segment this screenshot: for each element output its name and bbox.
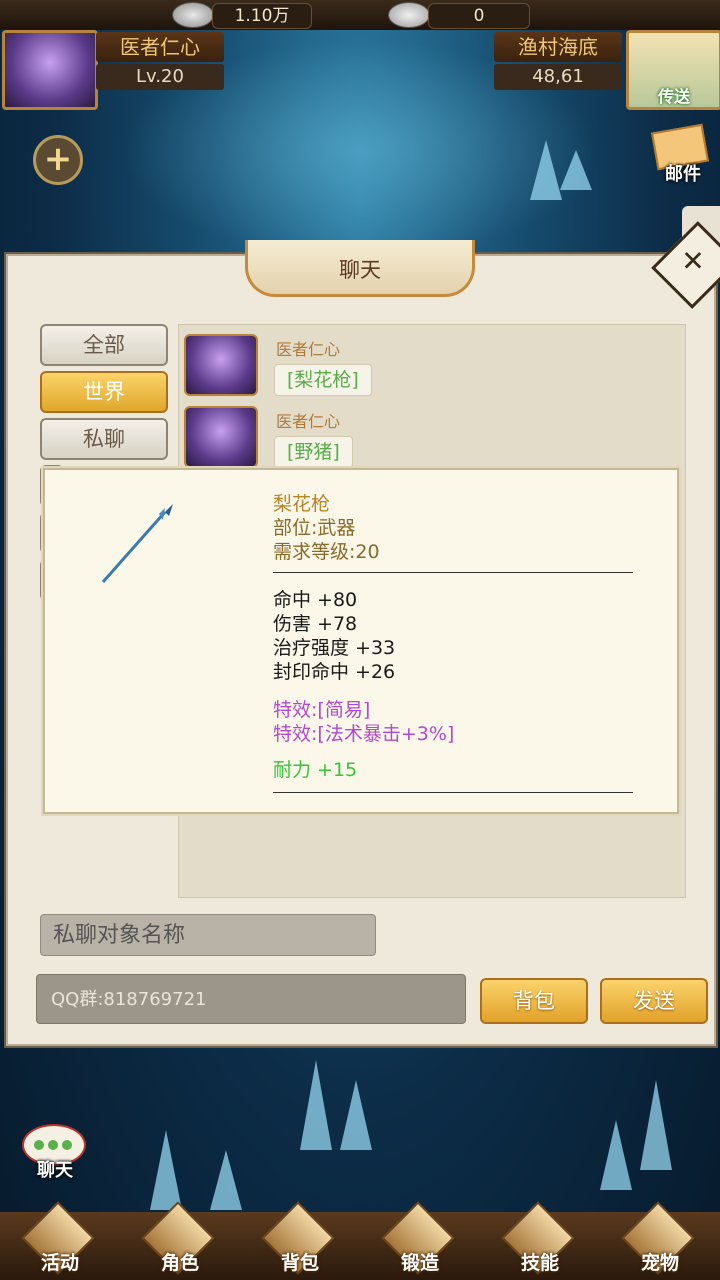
item-stat: 伤害 +78: [273, 613, 358, 635]
nav-label: 背包: [280, 1252, 319, 1274]
message-avatar[interactable]: [184, 406, 258, 468]
nav-activity[interactable]: 活动: [8, 1201, 112, 1278]
message-item-link[interactable]: [梨花枪]: [274, 364, 372, 396]
nav-bag[interactable]: 背包: [248, 1201, 352, 1278]
wrench-icon: ✕: [681, 244, 705, 278]
message-item-link[interactable]: [野猪]: [274, 436, 353, 468]
nav-character[interactable]: 角色: [128, 1201, 232, 1278]
currency-bar: [0, 0, 720, 30]
channel-tab-all[interactable]: 全部: [40, 324, 168, 366]
item-stat: 命中 +80: [273, 589, 358, 611]
teleport-button[interactable]: 传送: [626, 30, 720, 110]
item-effect: 特效:[法术暴击+3%]: [273, 723, 455, 745]
private-target-input[interactable]: 私聊对象名称: [40, 914, 376, 956]
gold-amount: 0: [428, 3, 530, 29]
chat-message-input[interactable]: QQ群:818769721: [36, 974, 466, 1024]
item-slot: 部位:武器: [273, 517, 356, 539]
item-stat: 治疗强度 +33: [273, 637, 396, 659]
item-effect: 特效:[简易]: [273, 699, 371, 721]
channel-tab-private[interactable]: 私聊: [40, 418, 168, 460]
player-level: Lv.20: [96, 64, 224, 90]
silver-ingot-icon: [172, 2, 214, 28]
nav-label: 技能: [520, 1252, 559, 1274]
map-name: 渔村海底: [494, 32, 622, 62]
message-sender[interactable]: 医者仁心: [276, 408, 340, 432]
item-stat: 封印命中 +26: [273, 661, 396, 683]
nav-label: 角色: [160, 1252, 199, 1274]
spear-icon: [101, 504, 173, 583]
nav-label: 锻造: [400, 1252, 439, 1274]
plus-icon[interactable]: +: [33, 135, 83, 185]
chat-dot: [34, 1140, 44, 1150]
nav-skills[interactable]: 技能: [488, 1201, 592, 1278]
nav-forge[interactable]: 锻造: [368, 1201, 472, 1278]
chat-shortcut-label: 聊天: [37, 1160, 73, 1181]
chat-dot: [48, 1140, 58, 1150]
send-button[interactable]: 发送: [600, 978, 708, 1024]
map-coordinates: 48,61: [494, 64, 622, 90]
nav-pets[interactable]: 宠物: [608, 1201, 712, 1278]
item-name: 梨花枪: [273, 493, 331, 515]
message-avatar[interactable]: [184, 334, 258, 396]
teleport-label: 传送: [657, 87, 690, 106]
player-name: 医者仁心: [96, 32, 224, 62]
item-tooltip: 梨花枪 部位:武器 需求等级:20 命中 +80 伤害 +78 治疗强度 +33…: [43, 468, 679, 814]
player-portrait[interactable]: [2, 30, 98, 110]
chat-panel-title: 聊天: [339, 258, 381, 282]
channel-tab-world[interactable]: 世界: [40, 371, 168, 413]
chat-panel-header: 聊天: [245, 240, 475, 297]
message-sender[interactable]: 医者仁心: [276, 336, 340, 360]
chat-dot: [62, 1140, 72, 1150]
silver-amount: 1.10万: [212, 3, 312, 29]
nav-label: 活动: [40, 1252, 79, 1274]
mail-button[interactable]: 邮件: [644, 123, 714, 186]
nav-label: 宠物: [640, 1252, 679, 1274]
item-durability: 耐力 +15: [273, 759, 358, 781]
bag-button[interactable]: 背包: [480, 978, 588, 1024]
gold-ingot-icon: [388, 2, 430, 28]
mail-label: 邮件: [665, 164, 701, 185]
tooltip-divider: [273, 572, 633, 573]
item-level-requirement: 需求等级:20: [273, 541, 380, 563]
chat-shortcut-button[interactable]: 聊天: [14, 1120, 96, 1186]
tooltip-divider: [273, 792, 633, 793]
